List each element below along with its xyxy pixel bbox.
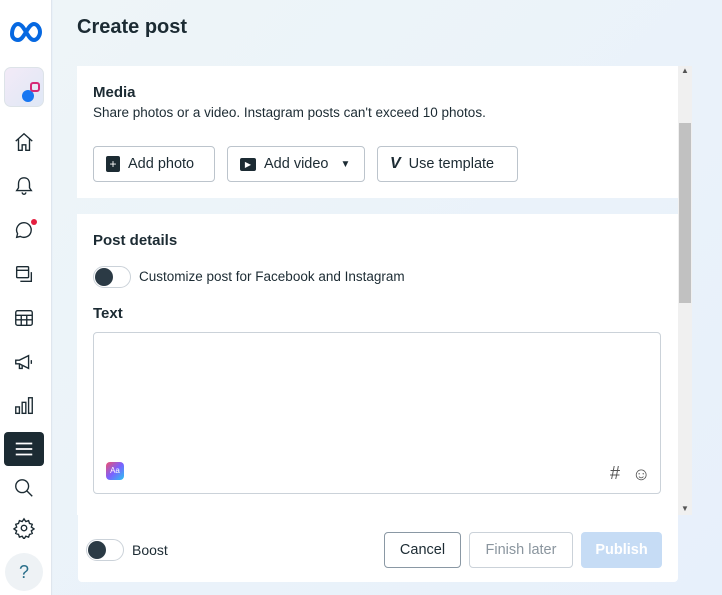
text-label: Text xyxy=(93,305,123,322)
add-video-button[interactable]: ▶ Add video ▼ xyxy=(227,146,365,182)
panel-scrollbar[interactable]: ▲ ▼ xyxy=(678,66,692,515)
scroll-down-arrow[interactable]: ▼ xyxy=(681,504,689,513)
search-icon xyxy=(15,479,33,497)
text-format-icon[interactable]: Aa xyxy=(106,462,124,480)
gear-icon xyxy=(13,517,35,539)
content-icon xyxy=(15,265,33,283)
main-area: Create post Media Share photos or a vide… xyxy=(53,0,722,595)
instagram-icon xyxy=(30,82,40,92)
caret-down-icon: ▼ xyxy=(340,158,351,170)
sidebar-item-inbox[interactable] xyxy=(4,214,44,246)
finish-later-button[interactable]: Finish later xyxy=(469,532,573,568)
use-template-button[interactable]: V Use template xyxy=(377,146,518,182)
account-avatar[interactable] xyxy=(4,67,44,107)
meta-logo[interactable] xyxy=(8,18,44,43)
template-icon: V xyxy=(390,155,401,172)
emoji-button[interactable]: ☺ xyxy=(632,464,650,485)
sidebar-item-planner[interactable] xyxy=(4,302,44,334)
sidebar-item-notifications[interactable] xyxy=(4,170,44,202)
menu-icon xyxy=(15,442,33,456)
post-details-card: Post details Customize post for Facebook… xyxy=(77,214,678,515)
sidebar-item-all-tools[interactable] xyxy=(4,432,44,466)
sidebar-item-insights[interactable] xyxy=(4,390,44,422)
home-icon xyxy=(15,132,33,151)
calendar-icon xyxy=(15,309,33,327)
post-text-input[interactable]: Aa # ☺ xyxy=(93,332,661,494)
bell-icon xyxy=(15,177,33,195)
sidebar-item-ads[interactable] xyxy=(4,346,44,378)
customize-toggle[interactable] xyxy=(93,266,131,288)
media-description: Share photos or a video. Instagram posts… xyxy=(93,105,486,120)
boost-toggle[interactable] xyxy=(86,539,124,561)
boost-label: Boost xyxy=(132,542,168,558)
scrollbar-thumb[interactable] xyxy=(679,123,691,303)
cancel-button[interactable]: Cancel xyxy=(384,532,461,568)
sidebar-item-home[interactable] xyxy=(4,126,44,158)
bar-chart-icon xyxy=(15,397,33,415)
hashtag-button[interactable]: # xyxy=(610,463,620,484)
sidebar-item-content[interactable] xyxy=(4,258,44,290)
footer-bar: Boost Cancel Finish later Publish xyxy=(78,515,678,582)
scroll-panel: Media Share photos or a video. Instagram… xyxy=(77,66,678,515)
video-icon: ▶ xyxy=(240,157,256,171)
sidebar-item-search[interactable] xyxy=(4,472,44,504)
megaphone-icon xyxy=(15,354,33,370)
sidebar: ? xyxy=(0,0,52,595)
sidebar-item-settings[interactable] xyxy=(4,512,44,544)
photo-icon: + xyxy=(106,156,120,172)
customize-label: Customize post for Facebook and Instagra… xyxy=(139,269,405,284)
media-card: Media Share photos or a video. Instagram… xyxy=(77,66,678,198)
add-photo-button[interactable]: + Add photo xyxy=(93,146,215,182)
help-button[interactable]: ? xyxy=(5,553,43,591)
page-title: Create post xyxy=(77,16,188,38)
publish-button[interactable]: Publish xyxy=(581,532,662,568)
post-details-heading: Post details xyxy=(93,232,178,249)
media-heading: Media xyxy=(93,84,136,101)
scroll-up-arrow[interactable]: ▲ xyxy=(681,66,689,75)
unread-dot xyxy=(31,219,37,225)
